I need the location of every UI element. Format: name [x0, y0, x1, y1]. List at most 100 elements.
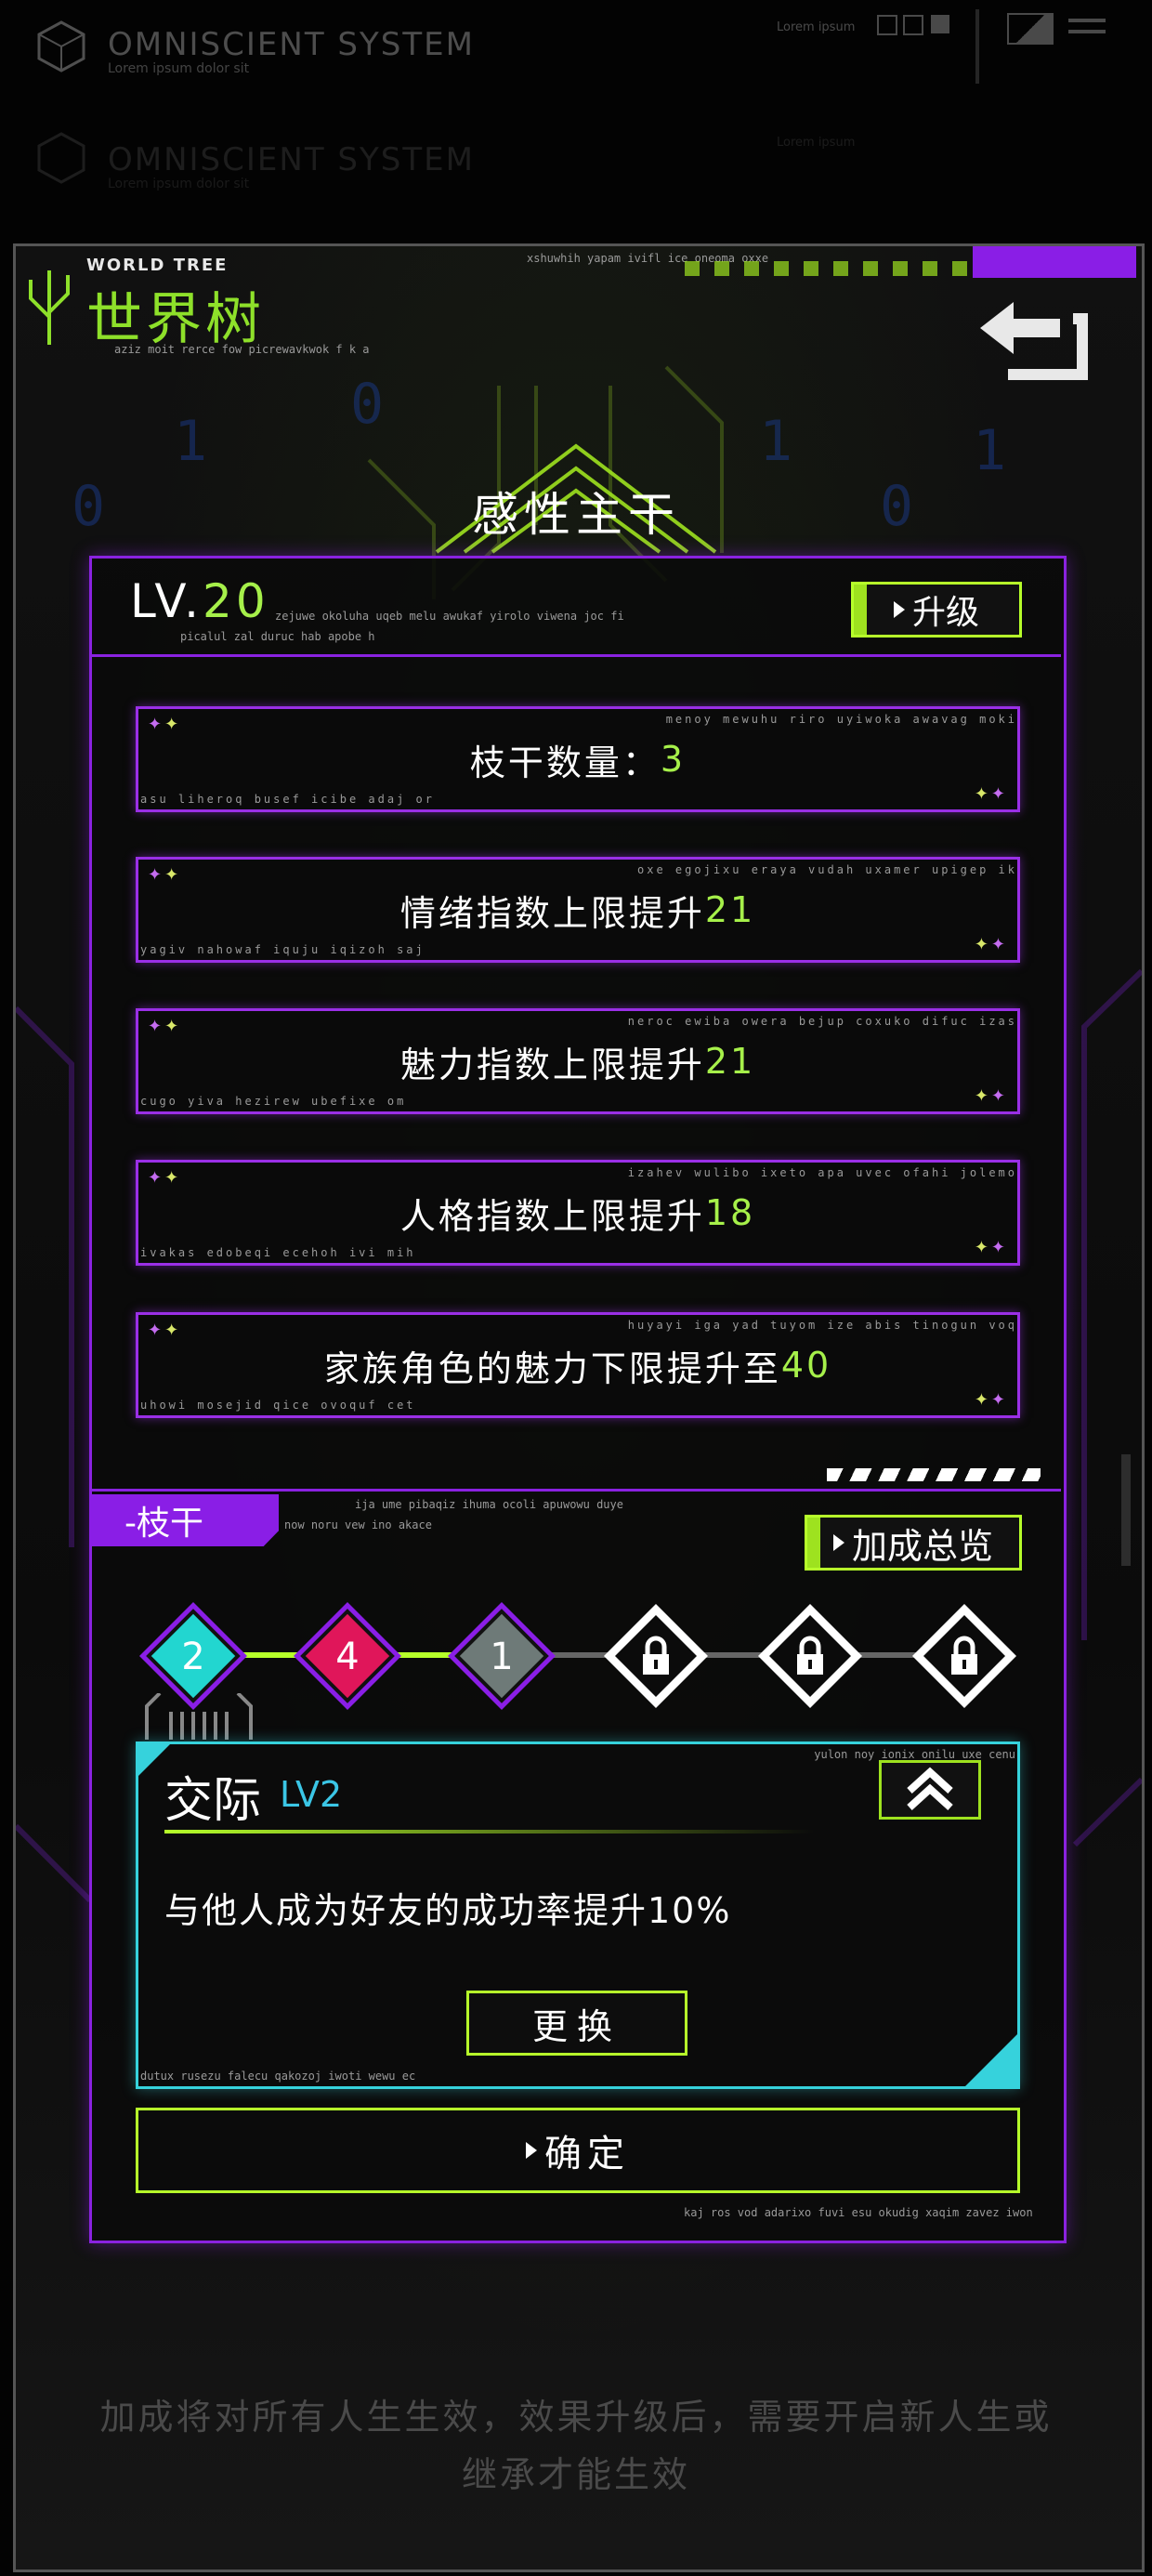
skill-underline [164, 1830, 815, 1833]
header-deco-sub: aziz moit rerce fow picrewavkwok f k a [114, 343, 370, 356]
stat-value: 18 [704, 1192, 756, 1233]
footer-note: 加成将对所有人生生效，效果升级后，需要开启新人生或继承才能生效 [99, 2397, 1053, 2495]
level-deco-1: zejuwe okoluha uqeb melu awukaf yirolo v… [275, 610, 624, 623]
sparkle-icon: ✦✦ [974, 1086, 1008, 1106]
header-purple-block [973, 246, 1136, 278]
stat-deco: oxe egojixu eraya vudah uxamer upigep ik [637, 863, 1017, 876]
branch-deco-2: now noru vew ino akace [284, 1518, 432, 1531]
stat-row: ✦✦ 魅力指数上限提升 21 neroc ewiba owera bejup co… [136, 1008, 1020, 1114]
lock-icon [912, 1604, 1016, 1708]
skill-description: 与他人成为好友的成功率提升10% [164, 1890, 732, 1931]
stat-label: 枝干数量： [469, 742, 661, 783]
branch-node[interactable]: 4 [292, 1600, 403, 1712]
change-label: 更换 [531, 2005, 622, 2047]
svg-text:0: 0 [350, 372, 384, 437]
sparkle-icon: ✦✦ [974, 935, 1008, 954]
branch-node-locked[interactable] [754, 1600, 866, 1712]
stat-deco: uhowi mosejid qice ovoquf cet [140, 1399, 416, 1412]
checkbox-icon [877, 15, 897, 35]
top-header: OMNISCIENT SYSTEM Lorem ipsum dolor sit … [0, 0, 1152, 232]
filled-box-icon [931, 15, 949, 33]
stat-label: 人格指数上限提升 [399, 1195, 705, 1237]
stat-deco: menoy mewuhu riro uyiwoka awavag moki [665, 713, 1017, 726]
upgrade-label: 升级 [911, 594, 979, 632]
play-triangle-icon [526, 2142, 537, 2159]
level-deco-2: picalul zal duruc hab apobe h [180, 630, 375, 643]
stat-deco: neroc ewiba owera bejup coxuko difuc iza… [627, 1015, 1017, 1028]
sparkle-icon: ✦✦ [148, 1321, 182, 1340]
skill-level: LV2 [280, 1774, 343, 1815]
sparkle-icon: ✦✦ [148, 865, 182, 885]
stat-label: 魅力指数上限提升 [399, 1044, 705, 1085]
level-display: LV.20 [130, 574, 269, 628]
brand-subtitle: Lorem ipsum dolor sit [108, 61, 250, 76]
upgrade-button[interactable]: 升级 [851, 582, 1022, 637]
stat-deco: izahev wulibo ixeto apa uvec ofahi jolem… [627, 1166, 1017, 1179]
bonus-overview-label: 加成总览 [851, 1525, 993, 1567]
back-button[interactable] [971, 291, 1101, 388]
stat-deco: yagiv nahowaf iquju iqizoh saj [140, 943, 425, 956]
skill-deco-1: yulon noy ionix onilu uxe cenu [814, 1748, 1015, 1761]
branch-deco-1: ija ume pibaqiz ihuma ocoli apuwowu duye [355, 1498, 623, 1511]
stat-row: ✦✦ 人格指数上限提升 18 izahev wulibo ixeto apa uv… [136, 1160, 1020, 1266]
stripe-deco [827, 1468, 1041, 1481]
node-label: 4 [335, 1636, 359, 1678]
logo-icon [37, 20, 85, 72]
branch-node[interactable]: 1 [446, 1600, 557, 1712]
branch-node-locked[interactable] [909, 1600, 1020, 1712]
node-label: 1 [490, 1636, 513, 1678]
tree-logo-icon [29, 270, 70, 345]
corner-deco [965, 2034, 1017, 2086]
branch-node-locked[interactable] [600, 1600, 712, 1712]
stat-value: 40 [780, 1345, 832, 1386]
sparkle-icon: ✦✦ [974, 784, 1008, 804]
back-arrow-icon [980, 302, 1088, 380]
stat-deco: ivakas edobeqi ecehoh ivi mih [140, 1246, 416, 1259]
play-triangle-icon [893, 601, 905, 618]
confirm-label: 确定 [544, 2133, 630, 2175]
sparkle-icon: ✦✦ [148, 1017, 182, 1036]
header-right-label-ghost: Lorem ipsum [777, 136, 856, 150]
stat-value: 21 [704, 889, 756, 930]
svg-text:1: 1 [973, 418, 1006, 483]
selection-bracket-icon [145, 1693, 253, 1740]
confirm-button[interactable]: 确定 [136, 2108, 1020, 2193]
skill-name: 交际 [164, 1773, 262, 1829]
header-right-label: Lorem ipsum [777, 20, 856, 34]
sparkle-icon: ✦✦ [974, 1390, 1008, 1410]
node-label: 2 [181, 1636, 204, 1678]
page-title: 感性主干 [472, 488, 680, 542]
stat-deco: huyayi iga yad tuyom ize abis tinogun vo… [627, 1319, 1017, 1332]
level-value: 20 [203, 574, 269, 628]
double-chevron-up-icon [907, 1767, 953, 1810]
close-box-icon [903, 15, 923, 35]
lock-icon [604, 1604, 708, 1708]
change-skill-button[interactable]: 更换 [466, 1991, 687, 2056]
panel-divider [89, 1489, 1061, 1492]
header-deco-right [975, 9, 1143, 84]
bonus-overview-button[interactable]: 加成总览 [805, 1515, 1022, 1571]
collapse-button[interactable] [879, 1760, 981, 1820]
logo-ghost-icon [37, 132, 85, 184]
stat-deco: asu liheroq busef icibe adaj or [140, 793, 435, 806]
svg-text:1: 1 [174, 409, 207, 474]
panel-deco-text: kaj ros vod adarixo fuvi esu okudig xaqi… [684, 2206, 1033, 2219]
branch-tab: -枝干 [89, 1494, 279, 1546]
window-controls [877, 15, 951, 37]
stat-value: 21 [704, 1041, 756, 1082]
world-tree-en: WORLD TREE [86, 256, 229, 275]
stat-row: ✦✦ 枝干数量： 3 menoy mewuhu riro uyiwoka awav… [136, 706, 1020, 812]
stat-label: 情绪指数上限提升 [399, 892, 705, 934]
sparkle-icon: ✦✦ [148, 715, 182, 734]
skill-deco-2: dutux rusezu falecu qakozoj iwoti wewu e… [140, 2070, 416, 2083]
stat-row: ✦✦ 家族角色的魅力下限提升至 40 huyayi iga yad tuyom i… [136, 1312, 1020, 1418]
sparkle-icon: ✦✦ [148, 1168, 182, 1188]
sparkle-icon: ✦✦ [974, 1238, 1008, 1257]
brand-subtitle-ghost: Lorem ipsum dolor sit [108, 177, 250, 191]
stat-value: 3 [660, 739, 687, 780]
stat-deco: cugo yiva hezirew ubefixe om [140, 1095, 407, 1108]
brand-title-ghost: OMNISCIENT SYSTEM [108, 141, 475, 178]
brand-title: OMNISCIENT SYSTEM [108, 26, 475, 63]
stat-label: 家族角色的魅力下限提升至 [323, 1347, 781, 1389]
svg-text:1: 1 [759, 409, 792, 474]
